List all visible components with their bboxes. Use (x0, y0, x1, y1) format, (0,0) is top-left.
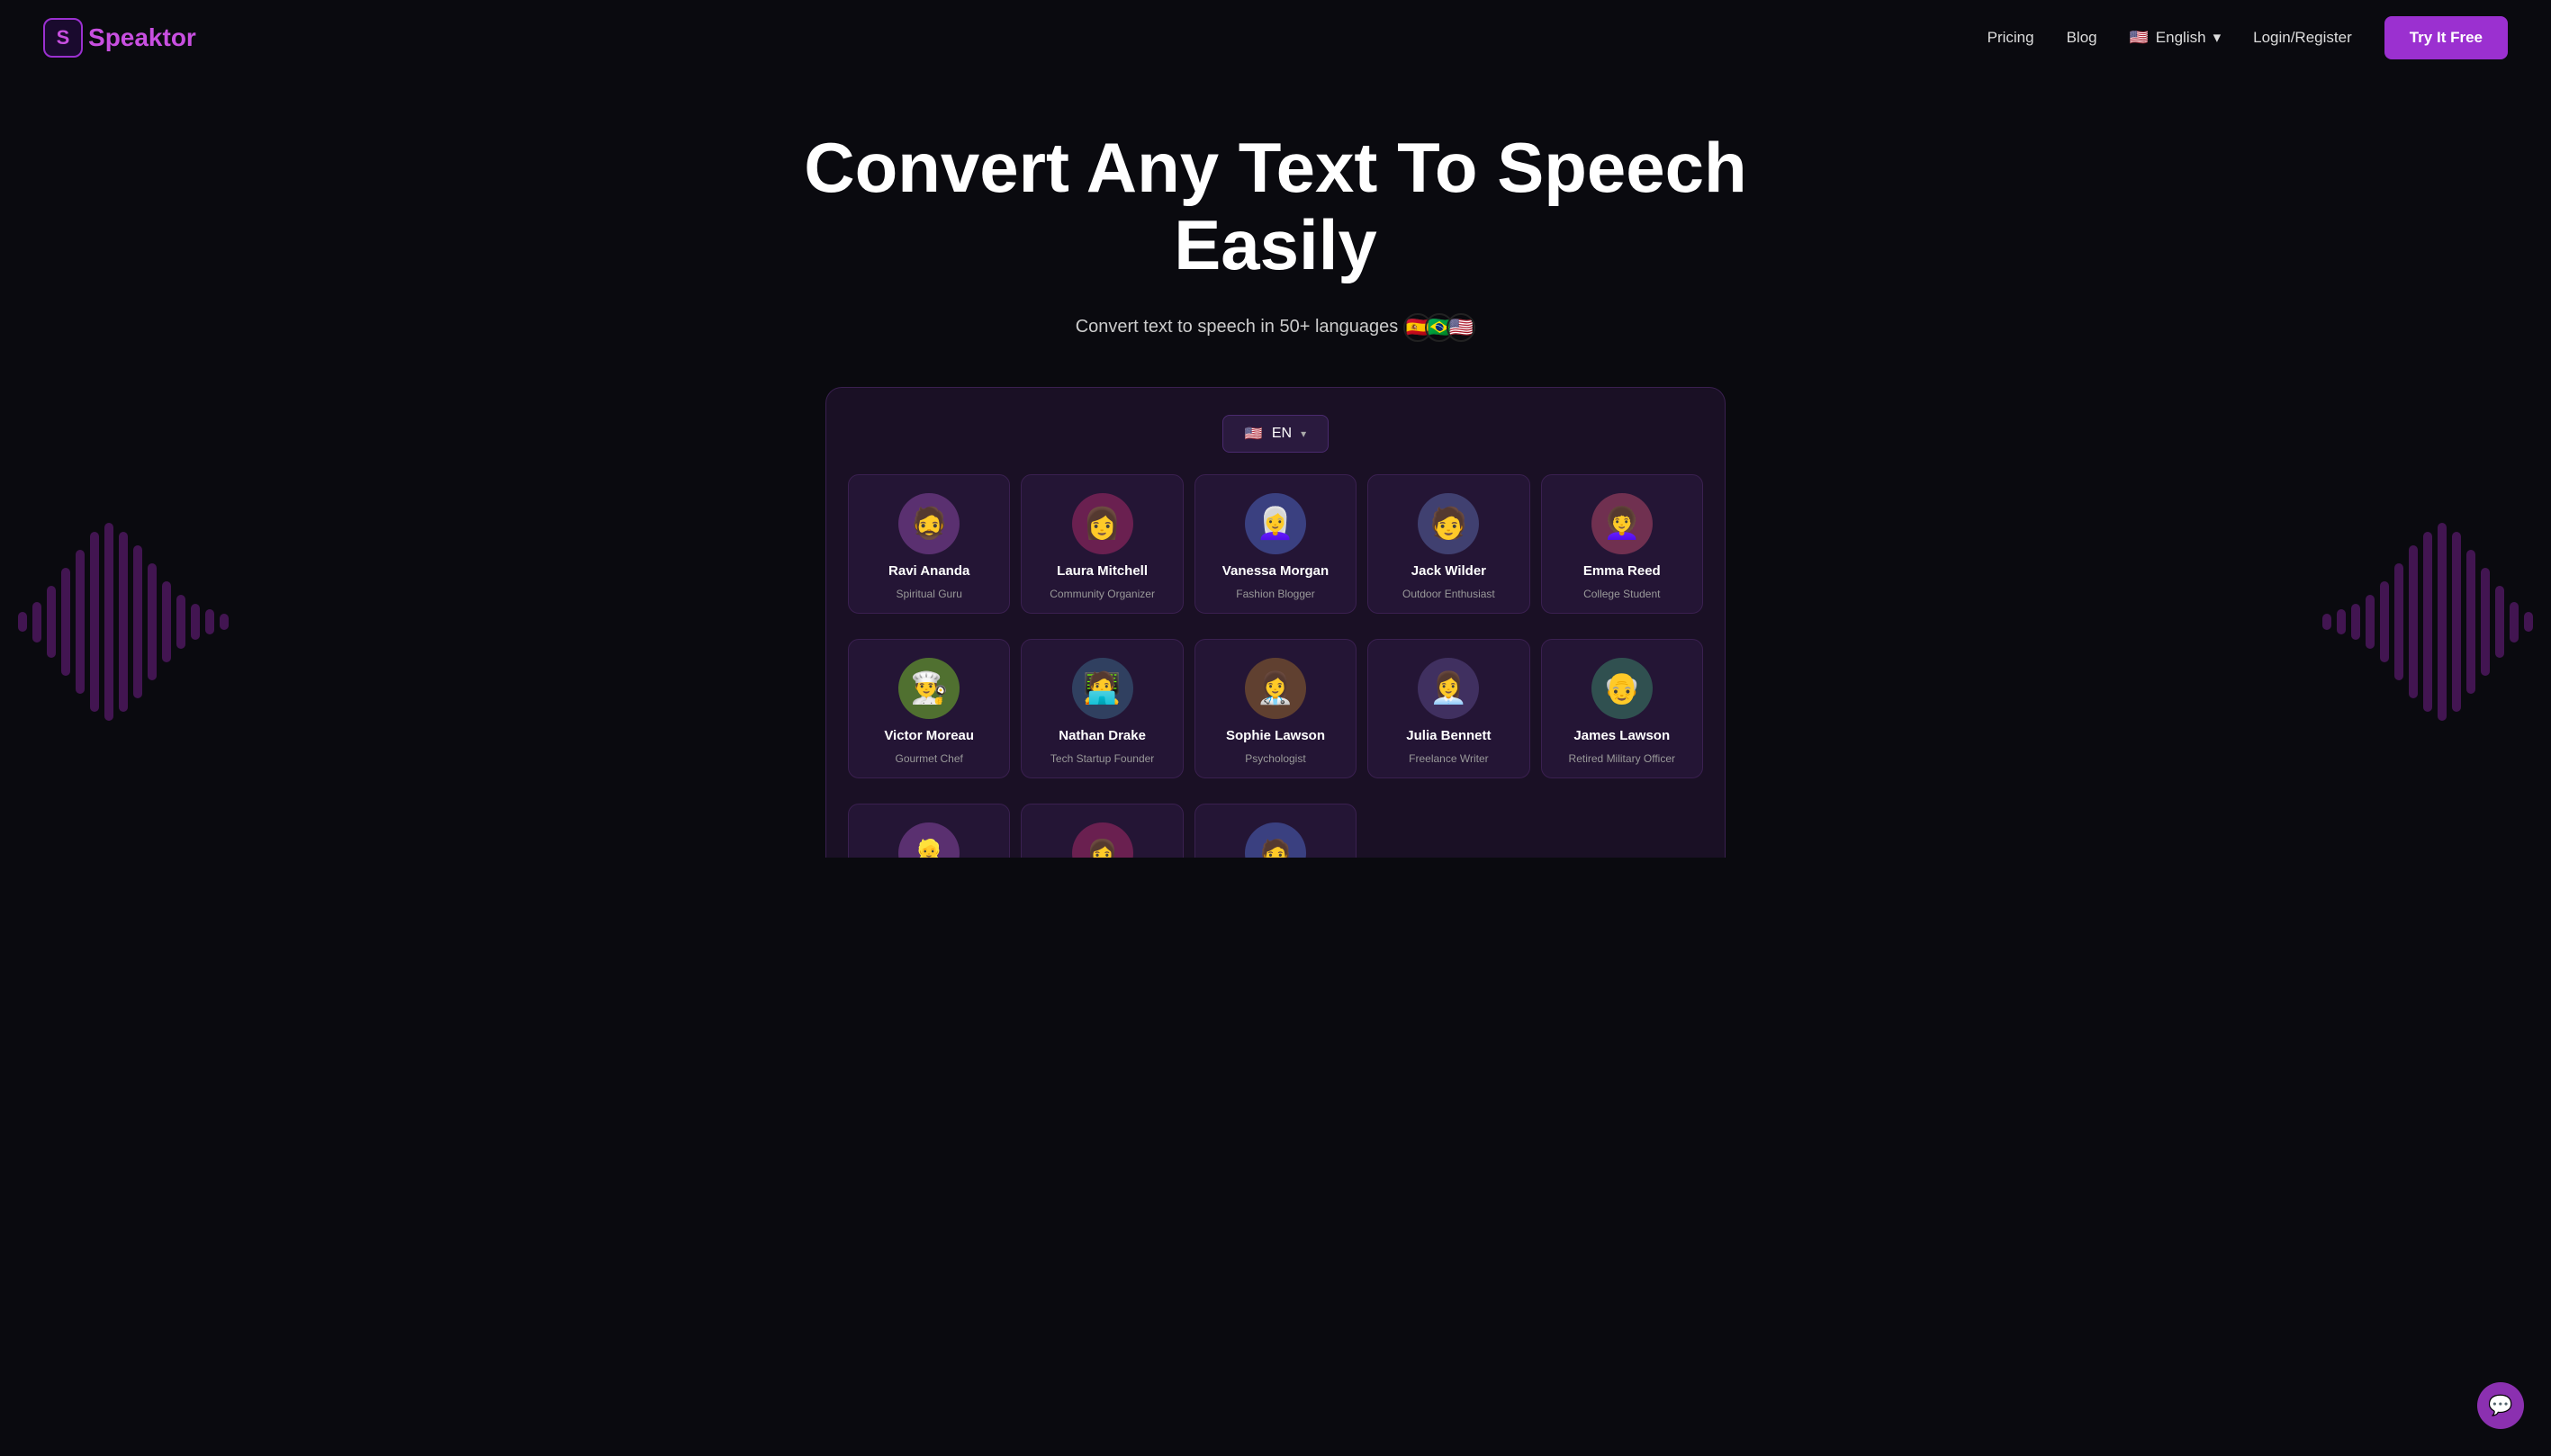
voice-card[interactable]: 🧑 Jack Wilder Outdoor Enthusiast (1367, 474, 1529, 614)
left-wave (18, 523, 229, 721)
voice-avatar: 🧔 (898, 493, 960, 554)
chevron-down-icon: ▾ (2213, 29, 2222, 47)
hero-section: Convert Any Text To Speech Easily Conver… (0, 76, 2551, 858)
language-dropdown[interactable]: 🇺🇸 EN ▾ (1222, 415, 1329, 453)
us-flag-icon: 🇺🇸 (2130, 29, 2149, 47)
voice-avatar: 🧑‍💻 (1072, 658, 1133, 719)
voice-avatar: 👩‍🦱 (1591, 493, 1653, 554)
app-window: 🇺🇸 EN ▾ 🧔 Ravi Ananda Spiritual Guru 👩 Laura… (825, 387, 1726, 858)
voice-card[interactable]: 👩‍🦱 Emma Reed College Student (1541, 474, 1703, 614)
voice-avatar: 👩‍🦳 (1245, 493, 1306, 554)
voice-avatar: 👴 (1591, 658, 1653, 719)
wave-bars-right (2353, 387, 2533, 858)
voice-role: Community Organizer (1050, 588, 1155, 600)
blog-link[interactable]: Blog (2067, 29, 2097, 47)
voice-card[interactable]: 👴 James Lawson Retired Military Officer (1541, 639, 1703, 778)
login-register-link[interactable]: Login/Register (2253, 29, 2352, 47)
pricing-link[interactable]: Pricing (1988, 29, 2034, 47)
voice-role: Retired Military Officer (1569, 752, 1675, 765)
voice-card-partial[interactable]: 👩 (1021, 804, 1183, 858)
voice-card-partial[interactable]: 👱 (848, 804, 1010, 858)
logo-text: Speaktor (88, 23, 196, 52)
chevron-icon: ▾ (1301, 427, 1306, 440)
voice-name: Julia Bennett (1406, 728, 1491, 743)
chat-button[interactable]: 💬 (2477, 1382, 2524, 1429)
voice-name: Ravi Ananda (888, 563, 969, 579)
voice-role: Psychologist (1245, 752, 1305, 765)
voice-card[interactable]: 🧔 Ravi Ananda Spiritual Guru (848, 474, 1010, 614)
voice-grid-row2: 👨‍🍳 Victor Moreau Gourmet Chef 🧑‍💻 Nathan Dr… (848, 639, 1703, 793)
voice-role: Tech Startup Founder (1050, 752, 1154, 765)
navbar: S Speaktor Pricing Blog 🇺🇸 English ▾ Log… (0, 0, 2551, 76)
voice-grid-row3: 👱 👩 🧑 (848, 804, 1703, 858)
voice-card[interactable]: 🧑‍💻 Nathan Drake Tech Startup Founder (1021, 639, 1183, 778)
voice-avatar: 👩‍⚕️ (1245, 658, 1306, 719)
voice-role: Fashion Blogger (1236, 588, 1314, 600)
voice-avatar: 🧑 (1245, 822, 1306, 858)
voice-card[interactable]: 👨‍🍳 Victor Moreau Gourmet Chef (848, 639, 1010, 778)
voice-avatar: 👱 (898, 822, 960, 858)
hero-title: Convert Any Text To Speech Easily (780, 130, 1771, 284)
us-flag-icon-hero: 🇺🇸 (1447, 313, 1475, 342)
voice-role: Gourmet Chef (896, 752, 963, 765)
voice-name: Vanessa Morgan (1222, 563, 1329, 579)
voice-name: Victor Moreau (884, 728, 974, 743)
try-it-free-button[interactable]: Try It Free (2384, 16, 2508, 59)
voice-avatar: 👩 (1072, 822, 1133, 858)
voice-card[interactable]: 👩 Laura Mitchell Community Organizer (1021, 474, 1183, 614)
voice-avatar: 🧑 (1418, 493, 1479, 554)
voice-card[interactable]: 👩‍💼 Julia Bennett Freelance Writer (1367, 639, 1529, 778)
voice-avatar: 👩 (1072, 493, 1133, 554)
voice-role: Freelance Writer (1409, 752, 1488, 765)
voice-avatar: 👩‍💼 (1418, 658, 1479, 719)
voice-name: Emma Reed (1583, 563, 1661, 579)
logo[interactable]: S Speaktor (43, 18, 196, 58)
voice-card[interactable]: 👩‍🦳 Vanessa Morgan Fashion Blogger (1194, 474, 1357, 614)
voice-name: Jack Wilder (1411, 563, 1486, 579)
voice-card-partial[interactable]: 🧑 (1194, 804, 1357, 858)
lang-flag-icon: 🇺🇸 (1245, 425, 1263, 443)
voice-role: College Student (1583, 588, 1660, 600)
language-label: English (2156, 29, 2206, 47)
voice-grid-row1: 🧔 Ravi Ananda Spiritual Guru 👩 Laura Mitchel… (848, 474, 1703, 628)
voice-role: Spiritual Guru (897, 588, 962, 600)
voice-name: James Lawson (1573, 728, 1670, 743)
voice-name: Sophie Lawson (1226, 728, 1325, 743)
right-wave (2322, 523, 2533, 721)
logo-icon: S (43, 18, 83, 58)
lang-code: EN (1272, 426, 1292, 442)
voice-avatar: 👨‍🍳 (898, 658, 960, 719)
nav-links: Pricing Blog 🇺🇸 English ▾ Login/Register… (1988, 16, 2508, 59)
voice-name: Laura Mitchell (1057, 563, 1148, 579)
hero-subtitle: Convert text to speech in 50+ languages … (18, 313, 2533, 342)
voice-card[interactable]: 👩‍⚕️ Sophie Lawson Psychologist (1194, 639, 1357, 778)
language-flags: 🇪🇸 🇧🇷 🇺🇸 (1411, 313, 1475, 342)
chat-icon: 💬 (2488, 1394, 2512, 1417)
voice-name: Nathan Drake (1059, 728, 1146, 743)
language-selector-app: 🇺🇸 EN ▾ (848, 415, 1703, 453)
wave-container: 🇺🇸 EN ▾ 🧔 Ravi Ananda Spiritual Guru 👩 Laura… (18, 387, 2533, 858)
wave-bars-left (18, 387, 198, 858)
voice-role: Outdoor Enthusiast (1402, 588, 1495, 600)
language-selector[interactable]: 🇺🇸 English ▾ (2130, 29, 2221, 47)
